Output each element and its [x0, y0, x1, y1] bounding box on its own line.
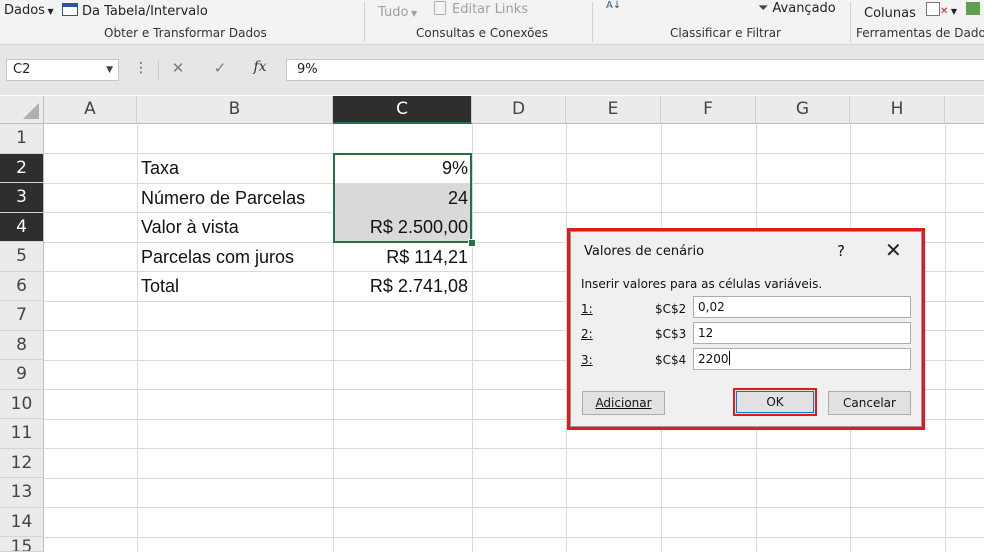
cell-b2[interactable]: Taxa — [137, 154, 333, 183]
group-label-ferramentas: Ferramentas de Dados — [856, 26, 984, 40]
row-header-3[interactable]: 3 — [0, 183, 44, 213]
select-all-icon — [23, 103, 39, 119]
links-icon — [434, 1, 446, 15]
group-separator — [850, 2, 851, 42]
cell-b5[interactable]: Parcelas com juros — [137, 243, 333, 272]
dropdown-arrow-icon: ▼ — [44, 7, 54, 16]
avancado-button[interactable]: ⏷ Avançado — [758, 1, 836, 16]
dialog-title: Valores de cenário — [584, 244, 705, 259]
filter-icon: ⏷ — [758, 1, 769, 16]
editar-links-button[interactable]: Editar Links — [434, 1, 528, 17]
column-header-f[interactable]: F — [661, 96, 756, 124]
group-label-obter: Obter e Transformar Dados — [104, 26, 267, 40]
row-header-13[interactable]: 13 — [0, 478, 44, 508]
row-header-2[interactable]: 2 — [0, 153, 44, 183]
row-header-9[interactable]: 9 — [0, 360, 44, 390]
row-number-2: 2: — [581, 327, 593, 341]
ok-button[interactable]: OK — [733, 388, 817, 416]
cell-c6[interactable]: R$ 2.741,08 — [334, 272, 472, 301]
formula-input[interactable]: 9% — [286, 59, 984, 81]
cell-b6[interactable]: Total — [137, 272, 333, 301]
text-cursor — [728, 351, 730, 365]
avancado-label: Avançado — [772, 1, 836, 16]
value-field-3[interactable]: 2200 — [693, 348, 911, 370]
sort-icon[interactable]: A↓ — [606, 0, 621, 11]
value-field-1[interactable]: 0,02 — [693, 296, 911, 318]
row-header-6[interactable]: 6 — [0, 271, 44, 301]
group-label-consultas: Consultas e Conexões — [416, 26, 549, 40]
cancel-button[interactable]: Cancelar — [828, 391, 911, 415]
ribbon: Dados ▼ Da Tabela/Intervalo Tudo ▼ Edita… — [0, 0, 984, 45]
close-icon[interactable]: ✕ — [885, 238, 902, 262]
group-separator — [364, 2, 365, 42]
column-header-g[interactable]: G — [756, 96, 850, 124]
table-icon — [62, 3, 78, 16]
row-header-1[interactable]: 1 — [0, 124, 44, 154]
row-header-11[interactable]: 11 — [0, 419, 44, 449]
da-tabela-button[interactable]: Da Tabela/Intervalo — [62, 3, 208, 19]
help-icon[interactable]: ? — [837, 242, 845, 260]
tudo-button[interactable]: Tudo ▼ — [378, 5, 417, 20]
tudo-label: Tudo — [378, 5, 409, 20]
column-header-e[interactable]: E — [566, 96, 661, 124]
cell-reference-1: $C$2 — [655, 302, 687, 316]
selection-range — [333, 153, 472, 243]
column-header-d[interactable]: D — [472, 96, 566, 124]
gridline — [44, 536, 984, 538]
group-separator — [592, 2, 593, 42]
row-header-12[interactable]: 12 — [0, 448, 44, 478]
name-box[interactable]: C2 ▼ — [6, 59, 119, 81]
gridline — [945, 124, 946, 552]
scenario-values-dialog: Valores de cenário ? ✕ Inserir valores p… — [570, 231, 922, 427]
name-box-value: C2 — [13, 62, 31, 77]
cell-reference-3: $C$4 — [655, 353, 687, 367]
divider — [158, 60, 159, 80]
cell-b3[interactable]: Número de Parcelas — [137, 184, 333, 213]
row-header-14[interactable]: 14 — [0, 507, 44, 537]
cell-b4[interactable]: Valor à vista — [137, 213, 333, 242]
row-header-4[interactable]: 4 — [0, 212, 44, 242]
dropdown-arrow-icon: ▼ — [408, 9, 418, 18]
data-validation-icon[interactable] — [966, 2, 980, 17]
gridline — [472, 124, 473, 552]
gridline — [44, 477, 984, 479]
column-header-h[interactable]: H — [850, 96, 945, 124]
colunas-button[interactable]: Colunas — [864, 6, 916, 21]
row-header-5[interactable]: 5 — [0, 242, 44, 272]
column-header-a[interactable]: A — [44, 96, 137, 124]
row-number-1: 1: — [581, 302, 593, 316]
group-label-classificar: Classificar e Filtrar — [670, 26, 781, 40]
cell-reference-2: $C$3 — [655, 327, 687, 341]
select-all-button[interactable] — [0, 96, 44, 124]
fill-handle[interactable] — [468, 239, 476, 247]
row-number-3: 3: — [581, 353, 593, 367]
gridline — [44, 507, 984, 508]
gridline — [44, 448, 984, 449]
dados-button[interactable]: Dados ▼ — [4, 3, 54, 18]
confirm-entry-icon[interactable]: ✓ — [208, 59, 232, 77]
da-tabela-label: Da Tabela/Intervalo — [82, 4, 208, 19]
row-header-10[interactable]: 10 — [0, 389, 44, 419]
column-header-i[interactable] — [945, 96, 984, 124]
cell-c5[interactable]: R$ 114,21 — [334, 243, 472, 272]
column-header-b[interactable]: B — [137, 96, 333, 124]
cancel-entry-icon[interactable]: ✕ — [166, 59, 190, 77]
value-field-3-text: 2200 — [698, 352, 729, 366]
row-header-7[interactable]: 7 — [0, 301, 44, 331]
dados-label: Dados — [4, 3, 45, 18]
add-button[interactable]: Adicionar — [582, 391, 665, 415]
chevron-down-icon[interactable]: ▼ — [106, 60, 113, 80]
editar-links-label: Editar Links — [452, 2, 529, 17]
row-header-15[interactable]: 15 — [0, 537, 44, 552]
row-header-8[interactable]: 8 — [0, 330, 44, 360]
remove-duplicates-icon[interactable]: ✕ ▼ — [926, 2, 957, 18]
column-header-c[interactable]: C — [333, 96, 472, 124]
more-icon[interactable]: ⋮ — [134, 60, 148, 76]
value-field-2[interactable]: 12 — [693, 322, 911, 344]
dialog-instruction: Inserir valores para as células variávei… — [581, 277, 823, 291]
insert-function-icon[interactable]: fx — [248, 59, 272, 75]
